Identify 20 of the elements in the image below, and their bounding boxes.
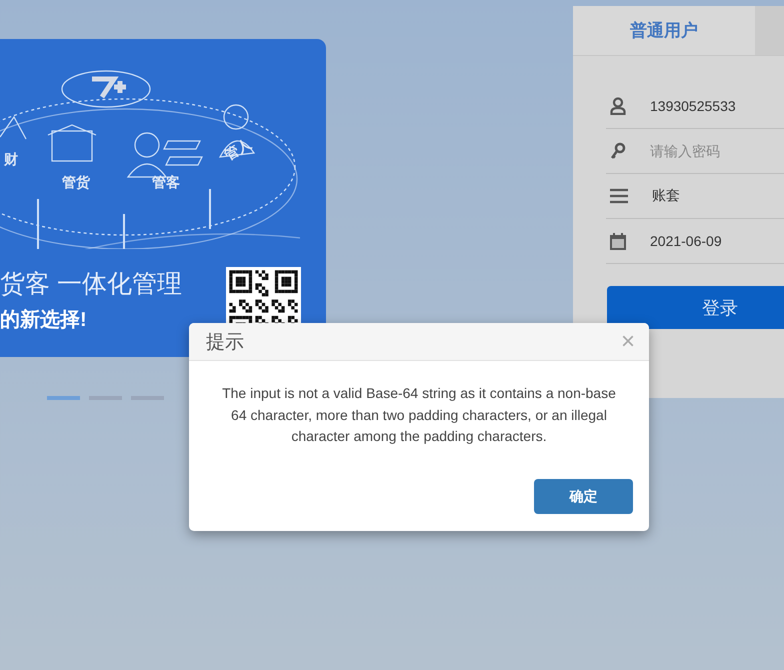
user-icon: [610, 97, 626, 115]
illustration-label: 管货: [62, 174, 90, 192]
banner-headline: 货客 一体化管理: [0, 269, 182, 300]
login-tab[interactable]: [755, 6, 784, 55]
carousel-indicator[interactable]: [47, 396, 80, 400]
error-message: The input is not a valid Base-64 string as it contains a non-base 64 character, more than two padding characters, or an illegal character among the padding characters.: [221, 384, 617, 446]
illustration-label: 财: [4, 151, 18, 169]
illustration-label: 管人: [221, 135, 255, 165]
confirm-button[interactable]: 确定: [534, 479, 633, 514]
login-button[interactable]: 登录: [607, 286, 784, 329]
calendar-icon: [610, 232, 626, 250]
login-input-field[interactable]: 请输入密码: [650, 143, 780, 159]
banner-subline: 的新选择!: [0, 308, 88, 333]
key-icon: [610, 142, 626, 160]
dialog-title: 提示: [206, 330, 244, 354]
login-input-field[interactable]: 账套: [652, 188, 782, 204]
illustration-label: 管客: [152, 174, 180, 192]
menu-icon: [610, 188, 628, 204]
login-input-field[interactable]: 2021-06-09: [650, 233, 780, 249]
login-input-field[interactable]: 13930525533: [650, 98, 780, 114]
